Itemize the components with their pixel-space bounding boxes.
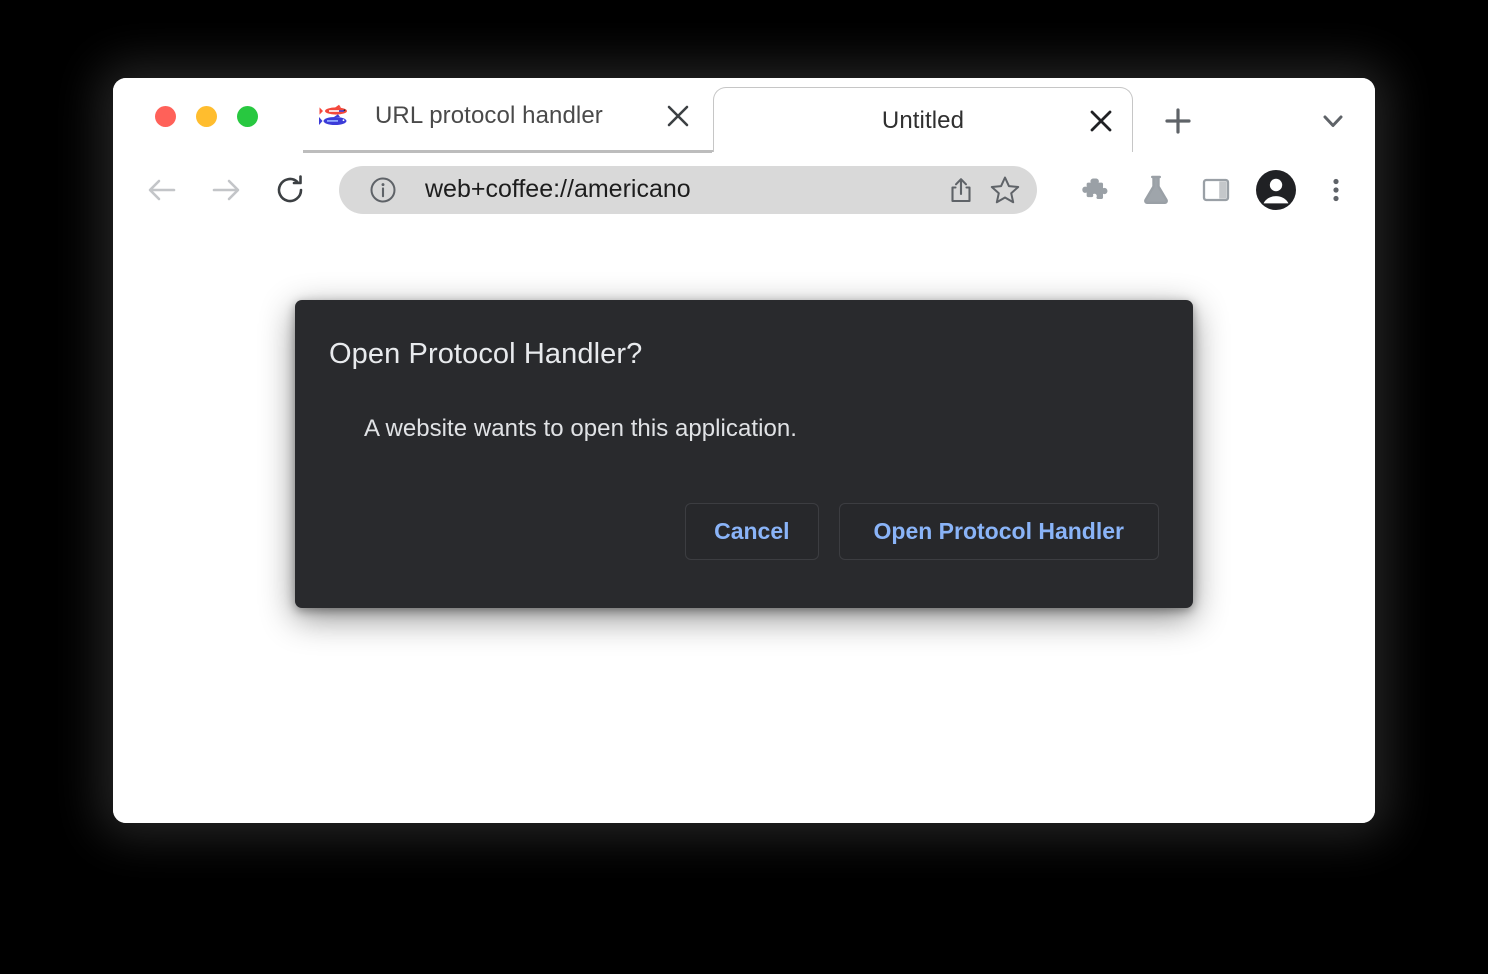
open-protocol-handler-button[interactable]: Open Protocol Handler [838,503,1159,560]
page-viewport: Open Protocol Handler? A website wants t… [113,226,1375,823]
browser-toolbar: web+coffee://americano [113,153,1375,226]
cancel-button[interactable]: Cancel [685,503,819,560]
three-dot-menu-icon[interactable] [1313,167,1359,213]
reload-icon[interactable] [267,167,313,213]
star-icon[interactable] [983,168,1027,212]
close-icon[interactable] [661,99,695,133]
chevron-down-icon[interactable] [1311,99,1355,143]
arrow-right-icon[interactable] [203,167,249,213]
dialog-message: A website wants to open this application… [364,415,797,442]
tab-strip: URL protocol handler Untitled [113,78,1375,157]
maximize-window-button[interactable] [237,106,258,127]
dialog-title: Open Protocol Handler? [329,338,643,370]
close-window-button[interactable] [155,106,176,127]
url-text[interactable]: web+coffee://americano [425,175,939,204]
protocol-handler-dialog: Open Protocol Handler? A website wants t… [295,300,1193,608]
browser-window: URL protocol handler Untitled web+coffee… [113,78,1375,823]
avatar-icon[interactable] [1253,167,1299,213]
side-panel-icon[interactable] [1193,167,1239,213]
minimize-window-button[interactable] [196,106,217,127]
tab-untitled[interactable]: Untitled [712,87,1134,157]
flask-icon[interactable] [1133,167,1179,213]
share-icon[interactable] [939,168,983,212]
puzzle-piece-icon[interactable] [1073,167,1119,213]
tab-label: URL protocol handler [375,101,603,129]
arrow-left-icon[interactable] [139,167,185,213]
info-circle-icon[interactable] [361,168,405,212]
tab-url-protocol-handler[interactable]: URL protocol handler [303,78,713,153]
dialog-actions: Cancel Open Protocol Handler [685,503,1159,560]
window-controls [155,106,258,127]
plus-icon[interactable] [1156,99,1200,143]
close-icon[interactable] [1084,104,1118,138]
screenshot-root: URL protocol handler Untitled web+coffee… [0,0,1488,974]
tab-label: Untitled [881,106,965,134]
address-bar[interactable]: web+coffee://americano [339,165,1037,214]
two-fish-favicon [319,104,353,128]
